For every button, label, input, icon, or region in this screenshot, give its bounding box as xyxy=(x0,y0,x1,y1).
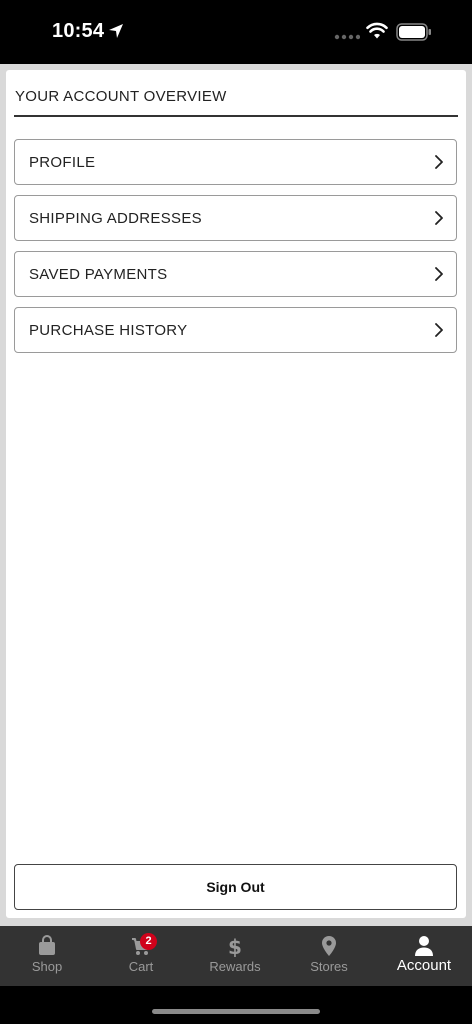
menu-item-saved-payments[interactable]: SAVED PAYMENTS xyxy=(14,251,457,297)
svg-text:$: $ xyxy=(228,935,242,957)
status-time: 10:54 xyxy=(52,20,105,42)
wifi-icon xyxy=(366,22,388,39)
user-icon xyxy=(415,936,433,956)
home-indicator-area xyxy=(0,986,472,1024)
tab-stores[interactable]: Stores xyxy=(282,926,376,986)
shopping-bag-icon xyxy=(39,935,55,955)
cellular-dots-icon xyxy=(334,34,360,40)
tab-account[interactable]: Account xyxy=(377,926,471,986)
menu-item-purchase-history[interactable]: PURCHASE HISTORY xyxy=(14,307,457,353)
tab-rewards[interactable]: $ Rewards xyxy=(188,926,282,986)
tab-shop[interactable]: Shop xyxy=(0,926,94,986)
tab-bar: Shop 2 Cart $ Rewards Stores Account xyxy=(0,926,472,986)
menu-item-label: SAVED PAYMENTS xyxy=(29,266,168,283)
menu-item-profile[interactable]: PROFILE xyxy=(14,139,457,185)
page-title: YOUR ACCOUNT OVERVIEW xyxy=(15,88,227,105)
location-pin-icon xyxy=(322,936,336,956)
menu-item-label: PURCHASE HISTORY xyxy=(29,322,188,339)
cart-count-badge: 2 xyxy=(140,933,157,950)
chevron-right-icon xyxy=(435,323,443,337)
battery-icon xyxy=(396,23,431,41)
tab-label: Account xyxy=(396,957,452,974)
status-bar: 10:54 xyxy=(0,0,472,64)
menu-item-label: PROFILE xyxy=(29,154,96,171)
chevron-right-icon xyxy=(435,267,443,281)
menu-item-shipping-addresses[interactable]: SHIPPING ADDRESSES xyxy=(14,195,457,241)
tab-label: Rewards xyxy=(209,959,261,974)
sign-out-button[interactable]: Sign Out xyxy=(14,864,457,910)
tab-label: Stores xyxy=(310,959,348,974)
tab-label: Shop xyxy=(31,959,63,974)
dollar-icon: $ xyxy=(228,935,242,957)
tab-cart[interactable]: 2 Cart xyxy=(94,926,188,986)
chevron-right-icon xyxy=(435,211,443,225)
tab-label: Cart xyxy=(128,959,154,974)
menu-item-label: SHIPPING ADDRESSES xyxy=(29,210,202,227)
home-indicator[interactable] xyxy=(152,1009,320,1014)
title-divider xyxy=(14,115,458,117)
chevron-right-icon xyxy=(435,155,443,169)
location-arrow-icon xyxy=(109,24,123,38)
